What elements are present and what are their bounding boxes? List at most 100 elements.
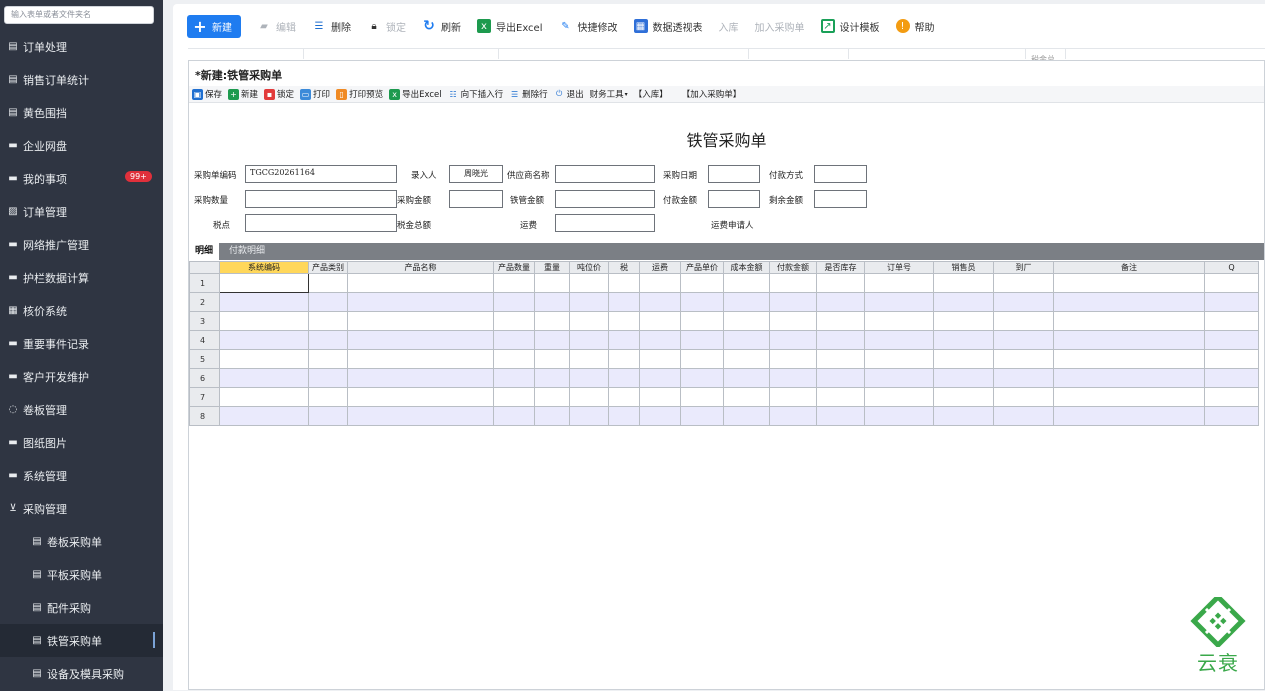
grid-cell[interactable]: [608, 349, 640, 369]
grid-cell[interactable]: [493, 292, 535, 312]
tab-detail[interactable]: 明细: [189, 243, 220, 260]
sidebar-item[interactable]: ▤ 黄色围挡: [0, 96, 163, 129]
grid-cell[interactable]: [219, 368, 309, 388]
sidebar-item[interactable]: ▬ 企业网盘: [0, 129, 163, 162]
refresh-button[interactable]: ↻ 刷新: [422, 18, 461, 34]
grid-cell[interactable]: [493, 387, 535, 407]
grid-cell[interactable]: [864, 330, 934, 350]
grid-cell[interactable]: [1053, 387, 1205, 407]
sidebar-item[interactable]: ▬ 我的事项 99+: [0, 162, 163, 195]
grid-cell[interactable]: [493, 349, 535, 369]
grid-cell[interactable]: [534, 406, 570, 426]
grid-cell[interactable]: [864, 292, 934, 312]
grid-cell[interactable]: [816, 273, 865, 293]
grid-cell[interactable]: [1204, 349, 1259, 369]
grid-cell[interactable]: [608, 387, 640, 407]
purchase-date-field[interactable]: [708, 165, 760, 183]
grid-cell[interactable]: [993, 406, 1054, 426]
grid-cell[interactable]: [993, 273, 1054, 293]
save-button[interactable]: ▣ 保存: [192, 88, 222, 100]
grid-cell[interactable]: [639, 368, 681, 388]
grid-cell[interactable]: [723, 406, 770, 426]
grid-cell[interactable]: [723, 292, 770, 312]
grid-cell[interactable]: [639, 330, 681, 350]
grid-cell[interactable]: [534, 311, 570, 331]
grid-cell[interactable]: [769, 349, 817, 369]
grid-cell[interactable]: [1053, 330, 1205, 350]
grid-cell[interactable]: [639, 406, 681, 426]
grid-cell[interactable]: [308, 387, 348, 407]
grid-cell[interactable]: [608, 330, 640, 350]
grid-cell[interactable]: [723, 330, 770, 350]
grid-cell[interactable]: [569, 273, 609, 293]
grid-cell[interactable]: [219, 387, 309, 407]
grid-cell[interactable]: [1204, 273, 1259, 293]
sidebar-item[interactable]: ▤ 设备及模具采购: [0, 657, 163, 690]
sidebar-item[interactable]: ▤ 卷板采购单: [0, 525, 163, 558]
sidebar-item[interactable]: ▦ 核价系统: [0, 294, 163, 327]
dialog-add-to-po-button[interactable]: 【加入采购单】: [682, 88, 742, 100]
grid-cell[interactable]: [534, 292, 570, 312]
dialog-export-excel-button[interactable]: x 导出Excel: [389, 88, 442, 100]
grid-cell[interactable]: [680, 349, 724, 369]
purchase-amount-field[interactable]: [449, 190, 503, 208]
grid-cell[interactable]: [769, 368, 817, 388]
grid-cell[interactable]: [493, 330, 535, 350]
delete-button[interactable]: ☰ 删除: [312, 19, 351, 34]
grid-cell[interactable]: [493, 273, 535, 293]
grid-cell[interactable]: [308, 311, 348, 331]
grid-cell[interactable]: [864, 368, 934, 388]
grid-cell[interactable]: [608, 406, 640, 426]
grid-cell[interactable]: [864, 311, 934, 331]
grid-cell[interactable]: [308, 273, 348, 293]
sidebar-search-input[interactable]: 输入表单或者文件夹名: [4, 6, 154, 24]
column-header[interactable]: 产品数量: [493, 261, 535, 274]
grid-cell[interactable]: [816, 330, 865, 350]
grid-cell[interactable]: [864, 406, 934, 426]
quick-edit-button[interactable]: ✎ 快捷修改: [559, 19, 617, 34]
column-header[interactable]: 产品单价: [680, 261, 724, 274]
payment-method-field[interactable]: [814, 165, 867, 183]
grid-cell[interactable]: [680, 330, 724, 350]
supplier-field[interactable]: [555, 165, 655, 183]
sidebar-item[interactable]: ▬ 网络推广管理: [0, 228, 163, 261]
grid-cell[interactable]: [219, 349, 309, 369]
grid-cell[interactable]: [769, 387, 817, 407]
grid-cell[interactable]: [769, 406, 817, 426]
freight-field[interactable]: [555, 214, 655, 232]
dialog-stock-in-button[interactable]: 【入库】: [634, 88, 668, 100]
grid-cell[interactable]: [680, 406, 724, 426]
grid-cell[interactable]: [816, 387, 865, 407]
entered-by-field[interactable]: 周晓光: [449, 165, 503, 183]
grid-cell[interactable]: [993, 368, 1054, 388]
sidebar-item[interactable]: ▬ 重要事件记录: [0, 327, 163, 360]
grid-cell[interactable]: [1204, 387, 1259, 407]
grid-cell[interactable]: [723, 273, 770, 293]
grid-cell[interactable]: [769, 273, 817, 293]
grid-cell[interactable]: [493, 368, 535, 388]
sidebar-item[interactable]: ▤ 铁管采购单: [0, 624, 163, 657]
grid-cell[interactable]: [569, 311, 609, 331]
remaining-amount-field[interactable]: [814, 190, 867, 208]
grid-cell[interactable]: [569, 368, 609, 388]
grid-cell[interactable]: [864, 349, 934, 369]
grid-cell[interactable]: [816, 349, 865, 369]
grid-cell[interactable]: [347, 292, 494, 312]
grid-cell[interactable]: [1053, 349, 1205, 369]
column-header[interactable]: 产品名称: [347, 261, 494, 274]
print-button[interactable]: ▭ 打印: [300, 88, 330, 100]
grid-cell[interactable]: [1053, 292, 1205, 312]
dialog-lock-button[interactable]: ▪ 锁定: [264, 88, 294, 100]
column-header[interactable]: 备注: [1053, 261, 1205, 274]
grid-cell[interactable]: [308, 349, 348, 369]
grid-cell[interactable]: [534, 349, 570, 369]
grid-cell[interactable]: [769, 311, 817, 331]
tax-point-field[interactable]: [245, 214, 397, 232]
grid-cell[interactable]: [1053, 368, 1205, 388]
grid-cell[interactable]: [680, 311, 724, 331]
grid-cell[interactable]: [993, 311, 1054, 331]
grid-cell[interactable]: [308, 406, 348, 426]
edit-button[interactable]: ▰ 编辑: [257, 19, 296, 34]
grid-cell[interactable]: [639, 292, 681, 312]
grid-cell[interactable]: [993, 292, 1054, 312]
